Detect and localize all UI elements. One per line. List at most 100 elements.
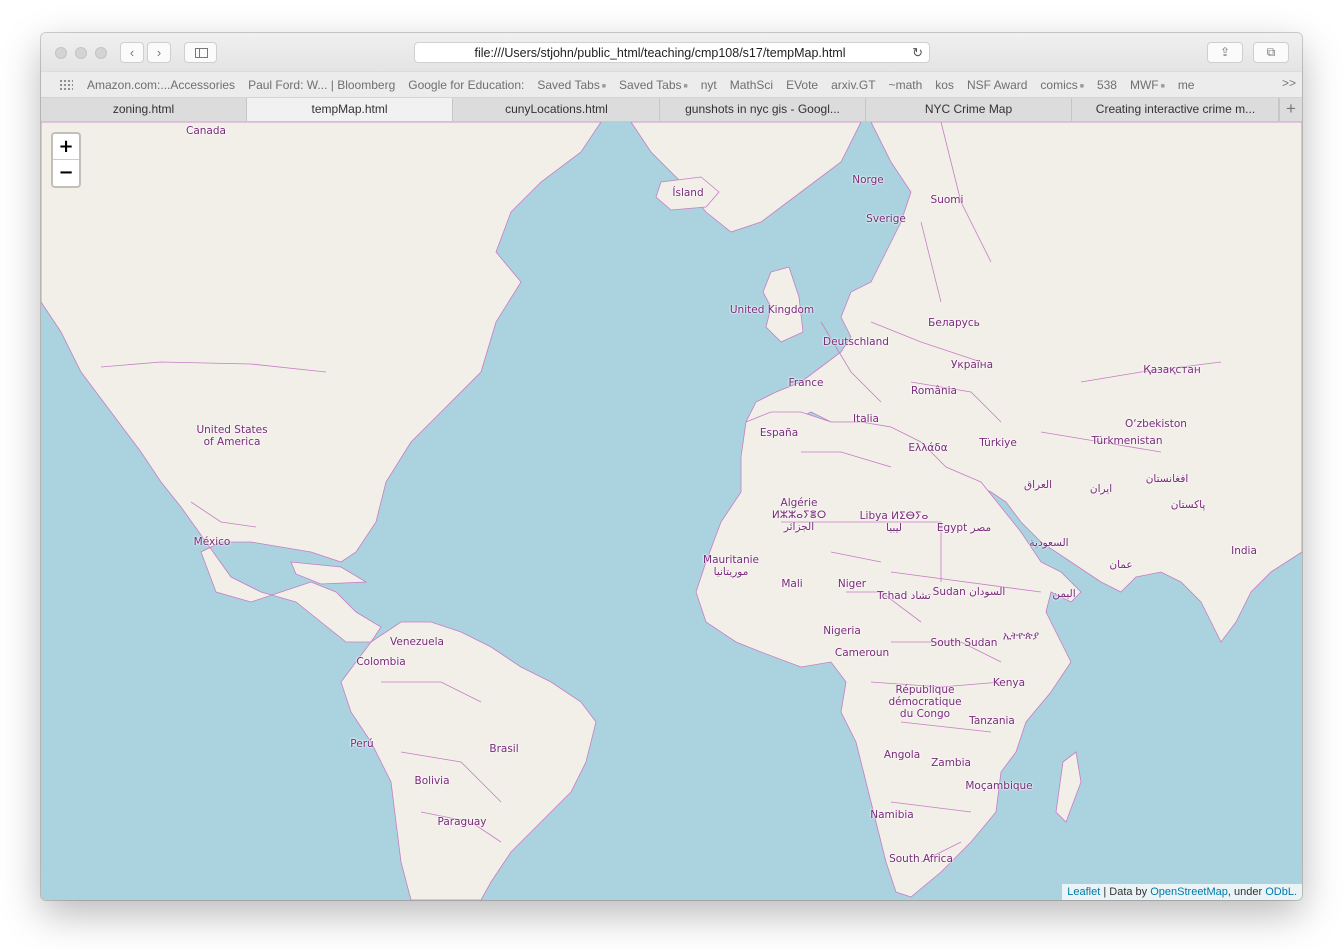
map-place-label: Suomi bbox=[930, 194, 964, 206]
tab-bar: Creating interactive crime m... NYC Crime… bbox=[41, 98, 1302, 122]
map-place-label: O‘zbekiston bbox=[1125, 418, 1187, 430]
browser-tab[interactable]: cunyLocations.html bbox=[454, 98, 660, 121]
bookmarks-bar: Amazon.com:...Accessories Paul Ford: W...… bbox=[41, 71, 1302, 98]
map-place-label: اليمن bbox=[1052, 588, 1076, 600]
bookmarks-overflow-button[interactable]: >> bbox=[1282, 76, 1296, 90]
sidebar-toggle-button[interactable] bbox=[184, 42, 217, 63]
browser-tab[interactable]: zoning.html bbox=[41, 98, 247, 121]
map-place-label: Ísland bbox=[672, 187, 704, 199]
top-sites-grid-icon[interactable] bbox=[59, 79, 73, 90]
map-place-label: Perú bbox=[350, 738, 374, 750]
browser-window: ‹ › file:///Users/stjohn/public_html/tea… bbox=[41, 33, 1302, 900]
zoom-out-button[interactable]: − bbox=[53, 160, 79, 186]
browser-tab[interactable]: Creating interactive crime m... bbox=[1073, 98, 1279, 121]
bookmark-item[interactable]: me bbox=[1178, 78, 1195, 92]
bookmark-item[interactable]: Google for Education: bbox=[408, 78, 524, 92]
map-place-label: Niger bbox=[837, 578, 867, 590]
map-place-label: Sudan السودان bbox=[932, 586, 1006, 598]
map-place-label: France bbox=[788, 377, 824, 389]
map-place-label: العراق bbox=[1023, 479, 1053, 491]
attribution-data-by: | Data by bbox=[1100, 886, 1151, 898]
map-place-label: Libya ⵍⵉⴱⵢⴰ ليبيا bbox=[859, 510, 929, 534]
url-text[interactable]: file:///Users/stjohn/public_html/teachin… bbox=[415, 43, 905, 63]
bookmark-item[interactable]: MathSci bbox=[730, 78, 773, 92]
map-place-label: Türkiye bbox=[979, 437, 1017, 449]
map-place-label: پاکستان bbox=[1170, 499, 1206, 511]
map-place-label: Italia bbox=[853, 413, 879, 425]
close-icon[interactable] bbox=[55, 47, 67, 59]
back-icon: ‹ bbox=[129, 45, 135, 60]
leaflet-link[interactable]: Leaflet bbox=[1067, 886, 1100, 898]
forward-button[interactable]: › bbox=[147, 42, 171, 63]
odbl-link[interactable]: ODbL. bbox=[1265, 886, 1297, 898]
greenland-land bbox=[630, 122, 862, 233]
bookmark-item[interactable]: MWF bbox=[1130, 78, 1165, 92]
bookmark-item[interactable]: Paul Ford: W... | Bloomberg bbox=[248, 78, 395, 92]
bookmark-item[interactable]: Saved Tabs bbox=[537, 78, 606, 92]
map-place-label: Namibia bbox=[870, 809, 914, 821]
title-bar: ‹ › file:///Users/stjohn/public_html/tea… bbox=[41, 33, 1302, 71]
map-place-label: Türkmenistan bbox=[1091, 435, 1163, 447]
browser-tab[interactable]: NYC Crime Map bbox=[866, 98, 1072, 121]
bookmark-item[interactable]: arxiv.GT bbox=[831, 78, 875, 92]
bookmark-item[interactable]: nyt bbox=[701, 78, 717, 92]
reload-icon[interactable]: ↻ bbox=[912, 43, 923, 62]
map-place-label: عمان bbox=[1109, 559, 1133, 571]
map-place-label: Moçambique bbox=[965, 780, 1033, 792]
map-place-label: Ελλάδα bbox=[908, 442, 948, 454]
map-place-label: Angola bbox=[883, 749, 921, 761]
map-place-label: Mauritanie موريتانيا bbox=[703, 554, 759, 578]
map-place-label: México bbox=[193, 536, 231, 548]
bookmark-item[interactable]: ~math bbox=[889, 78, 923, 92]
bookmark-item[interactable]: comics bbox=[1040, 78, 1084, 92]
map-place-label: Sverige bbox=[866, 213, 906, 225]
map-place-label: România bbox=[911, 385, 957, 397]
bookmark-item[interactable]: EVote bbox=[786, 78, 818, 92]
map-place-label: Deutschland bbox=[823, 336, 889, 348]
map-place-label: Mali bbox=[781, 578, 803, 590]
map-place-label: Egypt مصر bbox=[936, 522, 992, 534]
map-place-label: Algérie ⵍⵣⵣⴰⵢⴻⵔ الجزائر bbox=[771, 497, 827, 533]
show-tabs-button[interactable]: ⧉ bbox=[1253, 42, 1289, 63]
map-place-label: Tanzania bbox=[969, 715, 1015, 727]
bookmark-item[interactable]: 538 bbox=[1097, 78, 1117, 92]
sidebar-icon bbox=[195, 48, 208, 58]
bookmark-item[interactable]: NSF Award bbox=[967, 78, 1027, 92]
map-view[interactable]: Canada Ísland Norge Suomi Sverige United King… bbox=[41, 122, 1302, 900]
address-bar[interactable]: file:///Users/stjohn/public_html/teachin… bbox=[414, 42, 930, 63]
show-tabs-icon: ⧉ bbox=[1266, 45, 1276, 59]
zoom-in-button[interactable]: + bbox=[53, 134, 79, 160]
map-place-label: España bbox=[759, 427, 799, 439]
map-place-label: Україна bbox=[950, 359, 994, 371]
forward-icon: › bbox=[156, 45, 162, 60]
madagascar-land bbox=[1055, 751, 1082, 823]
openstreetmap-link[interactable]: OpenStreetMap bbox=[1150, 886, 1228, 898]
map-place-label: India bbox=[1231, 545, 1257, 557]
map-place-label: Paraguay bbox=[437, 816, 487, 828]
map-place-label: South Sudan bbox=[930, 637, 998, 649]
map-place-label: Беларусь bbox=[928, 317, 980, 329]
browser-tab[interactable]: gunshots in nyc gis - Googl... bbox=[660, 98, 866, 121]
map-place-label: Venezuela bbox=[390, 636, 444, 648]
map-place-label: Canada bbox=[186, 125, 226, 137]
north-america-land bbox=[41, 122, 602, 643]
zoom-icon[interactable] bbox=[95, 47, 107, 59]
basemap-svg bbox=[41, 122, 1302, 900]
map-place-label: ایران bbox=[1089, 483, 1113, 495]
bookmark-item[interactable]: Amazon.com:...Accessories bbox=[87, 78, 235, 92]
new-tab-button[interactable]: + bbox=[1279, 98, 1302, 121]
bookmark-item[interactable]: Saved Tabs bbox=[619, 78, 688, 92]
map-place-label: Colombia bbox=[356, 656, 406, 668]
back-button[interactable]: ‹ bbox=[120, 42, 144, 63]
browser-tab[interactable]: tempMap.html bbox=[247, 98, 453, 121]
map-place-label: ኢትዮጵያ bbox=[1002, 630, 1040, 642]
share-button[interactable]: ⇪ bbox=[1207, 42, 1243, 63]
map-attribution: Leaflet | Data by OpenStreetMap, under O… bbox=[1062, 884, 1302, 900]
bookmark-item[interactable]: kos bbox=[935, 78, 954, 92]
map-place-label: South Africa bbox=[889, 853, 953, 865]
zoom-control: + − bbox=[51, 132, 81, 188]
map-place-label: Nigeria bbox=[823, 625, 861, 637]
minimize-icon[interactable] bbox=[75, 47, 87, 59]
bookmarks-list: Amazon.com:...Accessories Paul Ford: W...… bbox=[87, 72, 1207, 98]
map-place-label: United States of America bbox=[196, 424, 268, 448]
